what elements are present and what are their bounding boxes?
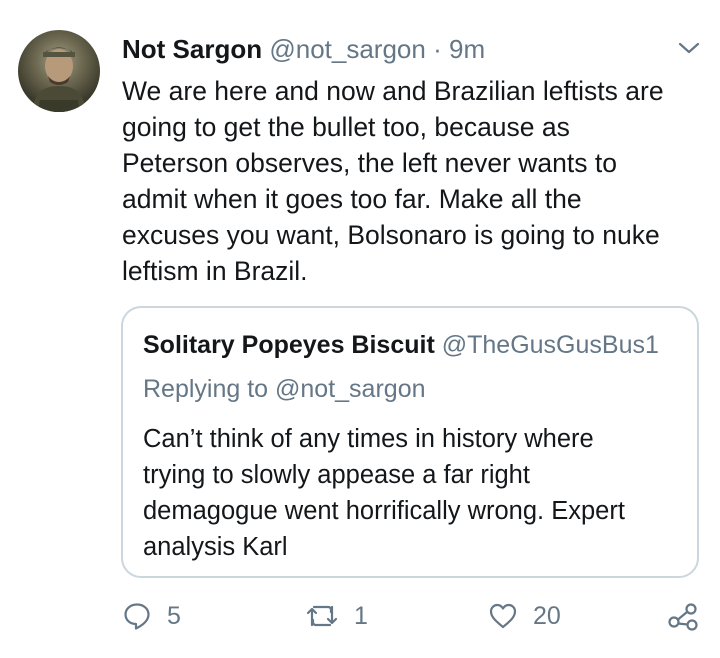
quoted-tweet[interactable]: Solitary Popeyes Biscuit @TheGusGusBus1 …	[121, 306, 699, 578]
retweet-icon	[306, 605, 338, 627]
quoted-tweet-text: Can’t think of any times in history wher…	[143, 425, 625, 561]
quoted-author-name: Solitary Popeyes Biscuit	[143, 331, 435, 359]
quoted-author-handle: @TheGusGusBus1	[441, 331, 659, 359]
replying-to: Replying to @not_sargon	[143, 375, 426, 403]
reply-count: 5	[167, 601, 181, 630]
reply-icon	[124, 603, 150, 630]
author-name[interactable]: Not Sargon	[122, 34, 262, 64]
action-bar: 5 1 20	[0, 596, 720, 636]
avatar-image	[32, 47, 86, 112]
tweet-text: We are here and now and Brazilian leftis…	[122, 76, 664, 286]
share-button[interactable]	[666, 596, 700, 636]
timestamp[interactable]: 9m	[449, 34, 485, 64]
chevron-down-icon[interactable]	[676, 38, 702, 58]
like-button[interactable]: 20	[487, 596, 561, 636]
retweet-count: 1	[354, 601, 368, 630]
author-avatar[interactable]	[18, 30, 100, 112]
tweet-header: Not Sargon @not_sargon · 9m	[122, 34, 485, 64]
retweet-button[interactable]: 1	[304, 596, 368, 636]
heart-icon	[489, 603, 517, 629]
like-count: 20	[533, 601, 561, 630]
share-icon	[668, 603, 698, 631]
separator-dot: ·	[433, 34, 442, 64]
reply-button[interactable]: 5	[121, 596, 181, 636]
author-handle[interactable]: @not_sargon	[269, 34, 426, 64]
quoted-tweet-header: Solitary Popeyes Biscuit @TheGusGusBus1	[143, 330, 659, 360]
